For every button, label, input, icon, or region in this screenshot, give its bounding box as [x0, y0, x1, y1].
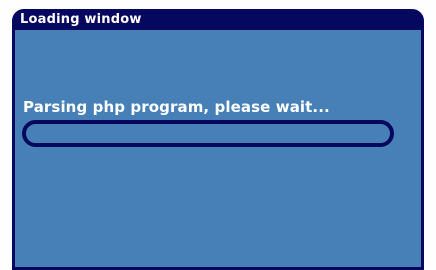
title-bar[interactable]: Loading window	[12, 9, 424, 30]
window-body	[15, 30, 421, 267]
progress-bar	[22, 120, 394, 147]
window-title: Loading window	[20, 12, 142, 27]
loading-message: Parsing php program, please wait...	[23, 98, 330, 116]
